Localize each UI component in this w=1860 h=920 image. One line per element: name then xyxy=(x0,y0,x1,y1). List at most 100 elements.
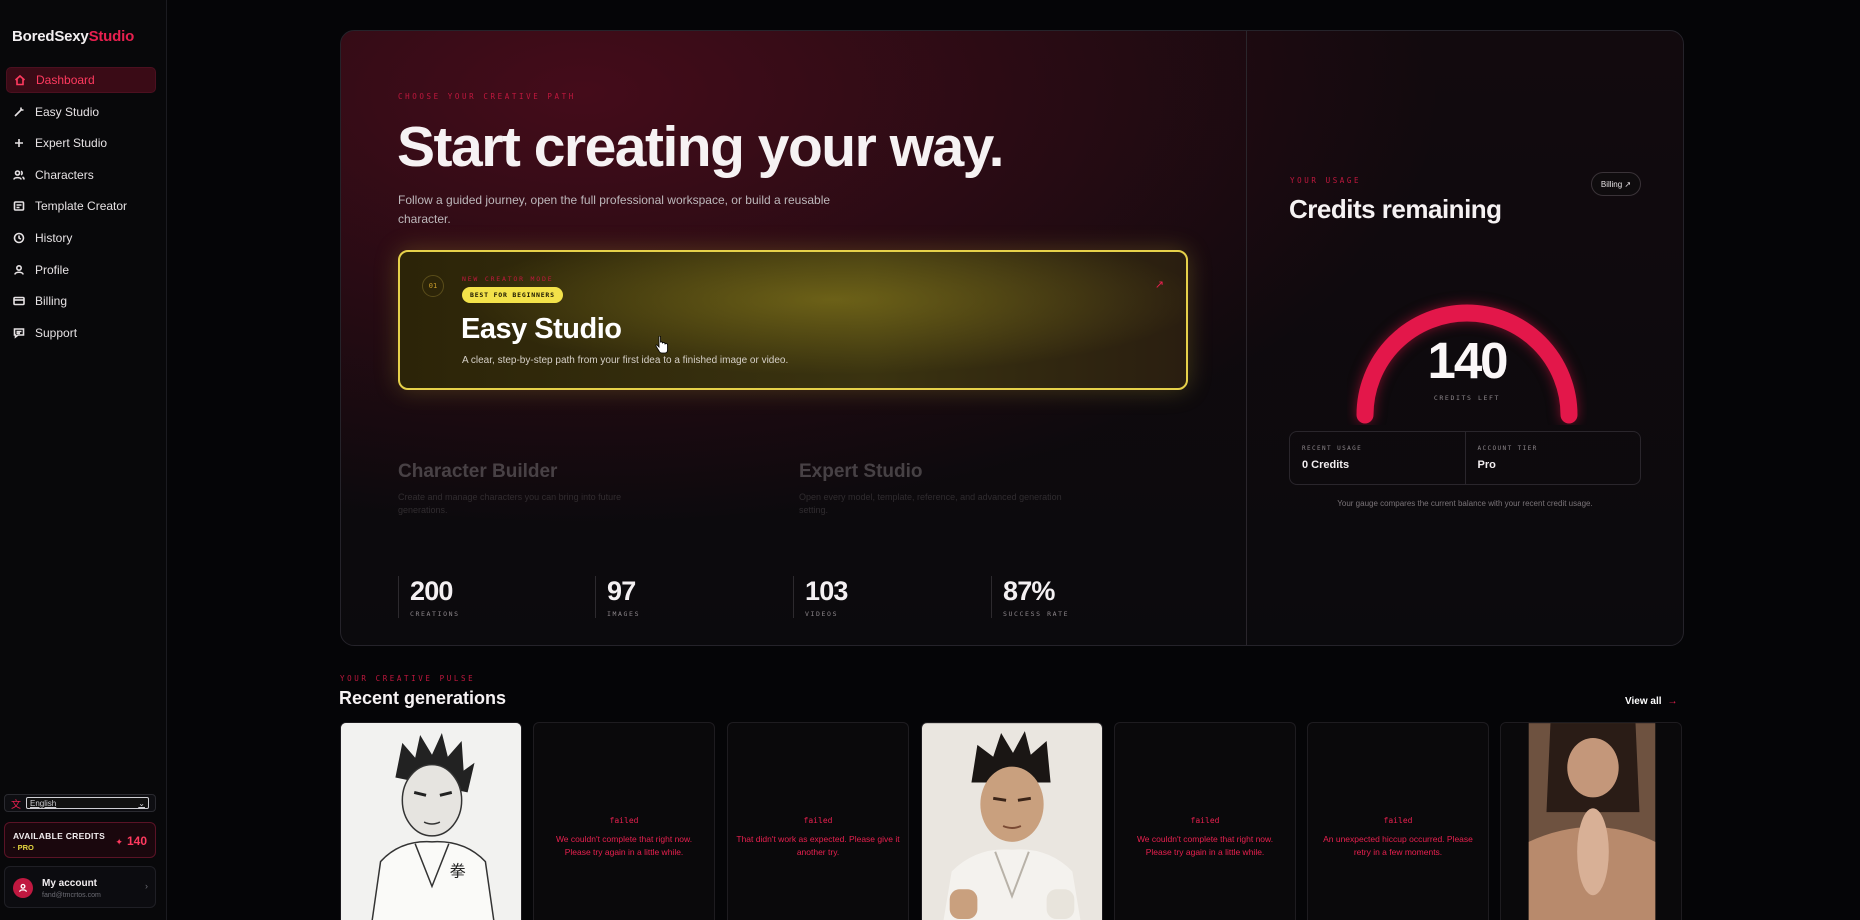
credits-value: ✦ 140 xyxy=(115,834,147,848)
status-label: failed xyxy=(1190,816,1220,825)
billing-button[interactable]: Billing ↗ xyxy=(1591,172,1641,196)
character-builder-card[interactable]: Character Builder Create and manage char… xyxy=(398,416,788,516)
translate-icon: 文 xyxy=(11,799,21,811)
brand-accent: Studio xyxy=(88,28,135,45)
error-message: That didn't work as expected. Please giv… xyxy=(736,834,900,857)
easy-studio-card[interactable]: 01 NEW CREATOR MODE BEST FOR BEGINNERS E… xyxy=(398,250,1188,390)
language-selected: English xyxy=(30,798,57,808)
sidebar-item-easy-studio[interactable]: Easy Studio xyxy=(6,99,156,125)
panel-divider xyxy=(1246,31,1247,645)
sidebar-item-profile[interactable]: Profile xyxy=(6,257,156,283)
credits-tier: · PRO xyxy=(13,843,34,852)
arrow-up-right-icon: ↗ xyxy=(1154,279,1164,291)
status-label: failed xyxy=(609,816,639,825)
error-message: An unexpected hiccup occurred. Please re… xyxy=(1323,834,1473,857)
card-title: Easy Studio xyxy=(461,313,622,345)
view-all-link[interactable]: View all → xyxy=(1625,696,1678,707)
sidebar-item-expert-studio[interactable]: Expert Studio xyxy=(6,130,156,156)
recent-usage-label: RECENT USAGE xyxy=(1302,445,1363,452)
generation-card-failed[interactable]: failed That didn't work as expected. Ple… xyxy=(727,722,909,920)
status-label: failed xyxy=(1383,816,1413,825)
generation-card-failed[interactable]: failed An unexpected hiccup occurred. Pl… xyxy=(1307,722,1489,920)
mouse-cursor-icon xyxy=(655,336,668,354)
stat-success-rate: 87% SUCCESS RATE xyxy=(991,576,1069,618)
credits-value-number: 140 xyxy=(126,834,147,848)
usage-eyebrow: YOUR USAGE xyxy=(1290,176,1362,185)
sidebar-item-label: Dashboard xyxy=(36,73,95,87)
sidebar-item-label: Billing xyxy=(35,294,68,309)
app-root: BoredSexyStudio Dashboard Easy Studio Ex… xyxy=(0,0,1860,920)
sidebar-item-support[interactable]: Support xyxy=(6,320,156,346)
stat-images: 97 IMAGES xyxy=(595,576,640,618)
account-tier-label: ACCOUNT TIER xyxy=(1477,445,1538,452)
card-description: A clear, step-by-step path from your fir… xyxy=(462,355,789,366)
sidebar-credits-card[interactable]: AVAILABLE CREDITS · PRO ✦ 140 xyxy=(4,822,156,858)
manga-fighter-thumbnail: 拳 xyxy=(341,723,521,920)
template-icon xyxy=(13,200,25,212)
sidebar-item-dashboard[interactable]: Dashboard xyxy=(6,67,156,93)
card-number: 01 xyxy=(422,275,444,297)
account-tier-value: Pro xyxy=(1477,459,1496,471)
brand-logo[interactable]: BoredSexyStudio xyxy=(12,28,134,45)
gauge-label: CREDITS LEFT xyxy=(1433,394,1501,402)
martial-artist-thumbnail xyxy=(922,723,1102,920)
sidebar-item-history[interactable]: History xyxy=(6,225,156,251)
card-description: Create and manage characters you can bri… xyxy=(398,492,622,515)
usage-note: Your gauge compares the current balance … xyxy=(1337,499,1593,508)
usage-grid: RECENT USAGE 0 Credits ACCOUNT TIER Pro xyxy=(1289,431,1641,485)
sidebar-item-billing[interactable]: Billing xyxy=(6,288,156,314)
chevron-right-icon: › xyxy=(145,881,148,891)
recent-usage-cell: RECENT USAGE 0 Credits xyxy=(1290,432,1465,484)
sidebar-item-characters[interactable]: Characters xyxy=(6,162,156,188)
gauge-value: 140 xyxy=(1427,332,1508,389)
portrait-thumbnail xyxy=(1501,723,1681,920)
sidebar-item-template-creator[interactable]: Template Creator xyxy=(6,193,156,219)
sidebar-item-label: Characters xyxy=(35,167,94,182)
sidebar: BoredSexyStudio Dashboard Easy Studio Ex… xyxy=(0,0,167,920)
home-icon xyxy=(14,74,26,86)
generation-card-failed[interactable]: failed We couldn't complete that right n… xyxy=(533,722,715,920)
expert-studio-card[interactable]: Expert Studio Open every model, template… xyxy=(799,416,1189,516)
sidebar-item-label: Support xyxy=(35,325,78,340)
recent-usage-value: 0 Credits xyxy=(1302,459,1350,471)
beginner-badge: BEST FOR BEGINNERS xyxy=(462,287,563,303)
generation-card[interactable] xyxy=(1500,722,1682,920)
user-icon xyxy=(19,883,27,892)
recent-title: Recent generations xyxy=(339,688,507,708)
hero-eyebrow: CHOOSE YOUR CREATIVE PATH xyxy=(398,92,576,101)
error-message: We couldn't complete that right now. Ple… xyxy=(555,834,693,857)
account-menu[interactable]: My account fand@tmcrtos.com › xyxy=(4,866,156,908)
hero-panel: CHOOSE YOUR CREATIVE PATH Start creating… xyxy=(340,30,1684,646)
language-select[interactable]: English ⌄ xyxy=(26,797,149,809)
stat-value: 97 xyxy=(607,576,636,606)
sidebar-nav: Dashboard Easy Studio Expert Studio Char… xyxy=(6,67,156,351)
wand-icon xyxy=(13,106,25,118)
generation-card[interactable]: 拳 xyxy=(340,722,522,920)
status-label: failed xyxy=(803,816,833,825)
card-title: Character Builder xyxy=(398,461,558,482)
account-name: My account xyxy=(42,878,98,889)
stat-label: CREATIONS xyxy=(410,610,460,618)
account-tier-cell: ACCOUNT TIER Pro xyxy=(1464,432,1641,484)
stat-creations: 200 CREATIONS xyxy=(398,576,460,618)
chevron-down-icon: ⌄ xyxy=(138,798,145,808)
generation-card[interactable] xyxy=(921,722,1103,920)
stats-row: 200 CREATIONS 97 IMAGES 103 VIDEOS 87% S… xyxy=(398,576,1188,618)
user-icon xyxy=(13,264,25,276)
sidebar-item-label: Template Creator xyxy=(35,199,128,214)
credits-label: AVAILABLE CREDITS xyxy=(13,831,106,841)
card-title: Expert Studio xyxy=(799,461,923,482)
users-icon xyxy=(13,169,25,181)
sidebar-item-label: Easy Studio xyxy=(35,104,100,119)
plus-icon xyxy=(13,137,25,149)
hero-subtitle: Follow a guided journey, open the full p… xyxy=(398,193,831,226)
card-description: Open every model, template, reference, a… xyxy=(799,492,1062,515)
card-icon xyxy=(13,295,25,307)
clock-icon xyxy=(13,232,25,244)
avatar xyxy=(13,878,33,898)
arrow-right-icon: → xyxy=(1667,696,1678,707)
language-switcher: 文 English ⌄ xyxy=(4,794,156,812)
sidebar-item-label: Expert Studio xyxy=(35,136,108,151)
generation-card-failed[interactable]: failed We couldn't complete that right n… xyxy=(1114,722,1296,920)
stat-value: 103 xyxy=(805,576,848,606)
